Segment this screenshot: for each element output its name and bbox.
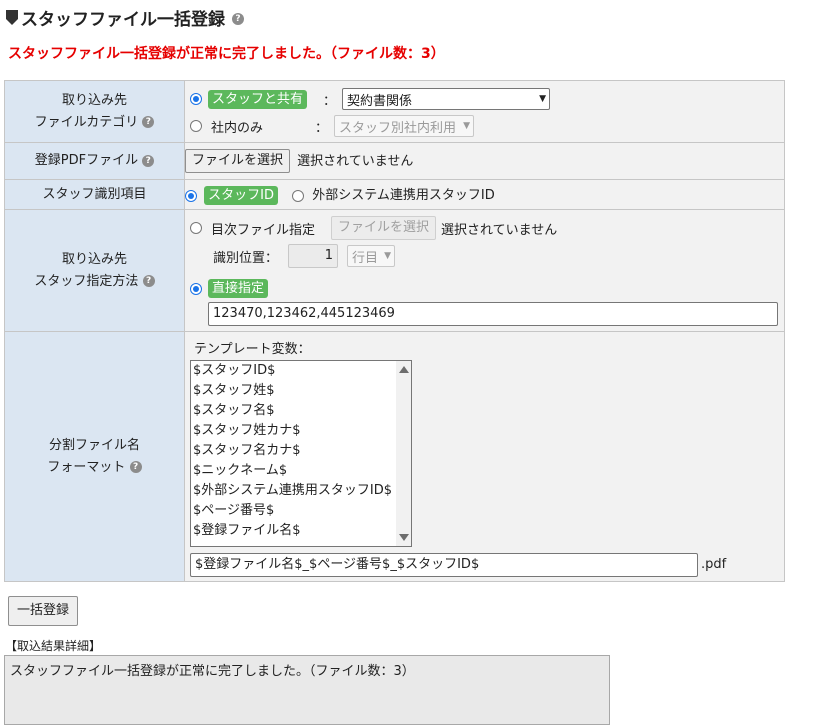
- list-item[interactable]: $スタッフID$: [191, 361, 411, 381]
- file-category-label: 取り込み先 ファイルカテゴリ ?: [4, 80, 185, 143]
- label-line: 分割ファイル名: [48, 437, 140, 453]
- chevron-down-icon: ▼: [539, 94, 547, 104]
- direct-input[interactable]: 123470,123462,445123469: [208, 302, 778, 326]
- list-item[interactable]: $スタッフ名カナ$: [191, 441, 411, 461]
- toc-file-status: 選択されていません: [441, 222, 558, 238]
- scroll-up-icon[interactable]: [399, 366, 409, 373]
- direct-row: 直接指定: [190, 279, 269, 298]
- help-icon[interactable]: ?: [232, 12, 244, 25]
- result-detail-box: スタッフファイル一括登録が正常に完了しました。（ファイル数：3）: [4, 655, 610, 725]
- toc-choose-button[interactable]: ファイルを選択: [331, 216, 437, 240]
- result-detail-label: 【取込結果詳細】: [5, 639, 102, 653]
- help-icon[interactable]: ?: [142, 154, 155, 167]
- chevron-down-icon: ▼: [463, 121, 471, 131]
- category-internal-row: 社内のみ ： スタッフ別社内利用 ▼: [190, 115, 475, 137]
- pdf-file-label: 登録PDFファイル ?: [4, 142, 185, 180]
- page-header: スタッフファイル一括登録 ?: [6, 5, 244, 30]
- toc-file-label: 目次ファイル指定: [211, 222, 316, 238]
- list-item[interactable]: $スタッフ姓$: [191, 381, 411, 401]
- radio-internal[interactable]: [190, 120, 202, 132]
- radio-toc-file[interactable]: [190, 222, 202, 234]
- label-line: ファイルカテゴリ ?: [5, 112, 184, 134]
- format-input[interactable]: $登録ファイル名$_$ページ番号$_$スタッフID$: [190, 553, 698, 577]
- list-item[interactable]: $スタッフ名$: [191, 401, 411, 421]
- help-icon[interactable]: ?: [142, 275, 155, 287]
- list-scrollbar[interactable]: [396, 361, 411, 546]
- row-staff-identifier: スタッフ識別項目 スタッフID 外部システム連携用スタッフID: [4, 179, 785, 210]
- list-item[interactable]: $スタッフ姓カナ$: [191, 421, 411, 441]
- staff-method-label: 取り込み先 スタッフ指定方法 ?: [4, 209, 185, 332]
- upload-form: 取り込み先 ファイルカテゴリ ? スタッフと共有 ： 契約書関係 ▼ 社内のみ …: [4, 80, 785, 582]
- result-detail-text: スタッフファイル一括登録が正常に完了しました。（ファイル数：3）: [10, 664, 415, 679]
- position-unit-value: 行目: [352, 250, 379, 266]
- radio-staff-id[interactable]: [185, 189, 197, 202]
- bulk-register-button[interactable]: 一括登録: [8, 596, 79, 626]
- label-line: フォーマット ?: [5, 457, 184, 479]
- row-file-category: 取り込み先 ファイルカテゴリ ? スタッフと共有 ： 契約書関係 ▼ 社内のみ …: [4, 80, 785, 143]
- staff-identifier-label: スタッフ識別項目: [4, 179, 185, 210]
- help-icon[interactable]: ?: [129, 461, 142, 473]
- filename-format-value: テンプレート変数： $スタッフID$ $スタッフ姓$ $スタッフ名$ $スタッフ…: [184, 331, 785, 582]
- label-line: スタッフ指定方法 ?: [5, 271, 184, 293]
- label-text: 登録PDFファイル: [34, 153, 139, 168]
- help-icon[interactable]: ?: [142, 116, 155, 128]
- list-item[interactable]: $ニックネーム$: [191, 461, 411, 481]
- row-filename-format: 分割ファイル名 フォーマット ? テンプレート変数： $スタッフID$ $スタッ…: [4, 331, 785, 582]
- list-item[interactable]: $登録ファイル名$: [191, 521, 411, 541]
- colon: ：: [323, 93, 337, 109]
- template-vars-list[interactable]: $スタッフID$ $スタッフ姓$ $スタッフ名$ $スタッフ姓カナ$ $スタッフ…: [190, 360, 412, 547]
- extension-label: .pdf: [701, 557, 727, 572]
- scroll-down-icon[interactable]: [399, 534, 409, 541]
- staff-id-badge: スタッフID: [204, 186, 278, 205]
- label-line: 取り込み先: [61, 92, 127, 108]
- position-input[interactable]: 1: [288, 244, 339, 268]
- radio-direct[interactable]: [190, 282, 202, 295]
- filename-format-label: 分割ファイル名 フォーマット ?: [4, 331, 185, 582]
- internal-select-value: スタッフ別社内利用: [339, 120, 457, 136]
- page-title: スタッフファイル一括登録: [21, 9, 225, 30]
- staff-method-value: 目次ファイル指定 ファイルを選択 選択されていません 識別位置： 1 行目 ▼ …: [184, 209, 785, 332]
- row-pdf-file: 登録PDFファイル ? ファイルを選択 選択されていません: [4, 142, 785, 180]
- radio-shared[interactable]: [190, 93, 202, 105]
- label-text: フォーマット: [47, 459, 126, 475]
- pdf-file-value: ファイルを選択 選択されていません: [184, 142, 785, 180]
- radio-external-id[interactable]: [292, 189, 305, 202]
- pdf-file-choose-button[interactable]: ファイルを選択: [185, 149, 291, 173]
- category-shared-row: スタッフと共有 ： 契約書関係 ▼: [190, 88, 551, 110]
- category-select[interactable]: 契約書関係 ▼: [342, 88, 551, 110]
- chevron-down-icon: ▼: [384, 251, 392, 261]
- position-unit-select[interactable]: 行目 ▼: [347, 245, 396, 267]
- shared-badge: スタッフと共有: [208, 89, 308, 109]
- row-staff-method: 取り込み先 スタッフ指定方法 ? 目次ファイル指定 ファイルを選択 選択されてい…: [4, 209, 785, 332]
- label-text: スタッフ指定方法: [34, 273, 139, 289]
- list-item[interactable]: $外部システム連携用スタッフID$: [191, 481, 411, 501]
- position-label: 識別位置：: [213, 250, 279, 266]
- staff-identifier-value: スタッフID 外部システム連携用スタッフID: [184, 179, 785, 210]
- list-item[interactable]: $ページ番号$: [191, 501, 411, 521]
- template-vars-label: テンプレート変数：: [194, 342, 311, 357]
- file-category-value: スタッフと共有 ： 契約書関係 ▼ 社内のみ ： スタッフ別社内利用 ▼: [184, 80, 785, 143]
- pdf-file-status: 選択されていません: [297, 153, 414, 169]
- toc-row: 目次ファイル指定 ファイルを選択 選択されていません: [190, 216, 557, 240]
- direct-badge: 直接指定: [208, 279, 269, 298]
- success-message: スタッフファイル一括登録が正常に完了しました。（ファイル数：3）: [8, 46, 445, 62]
- label-text: ファイルカテゴリ: [34, 114, 139, 130]
- colon: ：: [315, 120, 329, 136]
- position-row: 識別位置： 1 行目 ▼: [213, 244, 396, 268]
- internal-select[interactable]: スタッフ別社内利用 ▼: [334, 115, 475, 137]
- category-select-value: 契約書関係: [347, 93, 413, 109]
- external-id-label: 外部システム連携用スタッフID: [312, 188, 495, 203]
- label-line: 取り込み先: [61, 251, 127, 267]
- shield-icon: [6, 9, 18, 25]
- internal-label: 社内のみ: [211, 120, 264, 136]
